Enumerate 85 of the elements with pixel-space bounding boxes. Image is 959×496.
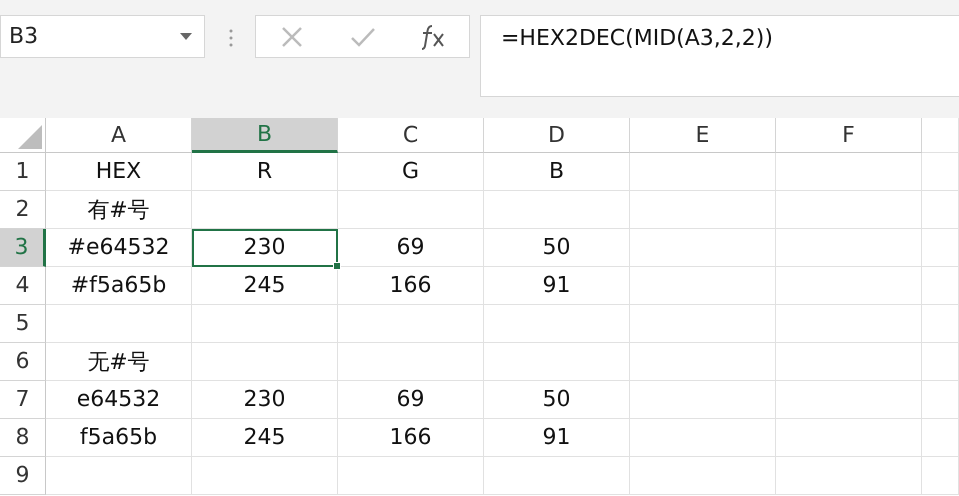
table-cell[interactable]: 230 bbox=[192, 381, 338, 419]
empty-cell[interactable] bbox=[922, 191, 959, 229]
empty-cell[interactable] bbox=[630, 229, 776, 267]
fill-handle[interactable] bbox=[333, 262, 341, 270]
empty-cell[interactable] bbox=[338, 305, 484, 343]
empty-cell[interactable] bbox=[192, 343, 338, 381]
table-cell[interactable]: 有#号 bbox=[46, 191, 192, 229]
row-header[interactable]: 9 bbox=[0, 457, 46, 495]
row-header[interactable]: 1 bbox=[0, 153, 46, 191]
close-icon bbox=[280, 26, 302, 48]
select-all-button[interactable] bbox=[0, 118, 46, 153]
triangle-icon bbox=[18, 125, 42, 149]
table-cell[interactable]: 91 bbox=[484, 419, 630, 457]
row-header[interactable]: 8 bbox=[0, 419, 46, 457]
column-header[interactable]: A bbox=[46, 118, 192, 153]
empty-cell[interactable] bbox=[776, 419, 922, 457]
empty-cell[interactable] bbox=[922, 305, 959, 343]
empty-cell[interactable] bbox=[484, 191, 630, 229]
column-header[interactable]: F bbox=[776, 118, 922, 153]
empty-cell[interactable] bbox=[338, 343, 484, 381]
empty-cell[interactable] bbox=[776, 229, 922, 267]
table-cell[interactable]: f5a65b bbox=[46, 419, 192, 457]
empty-cell[interactable] bbox=[484, 343, 630, 381]
empty-cell[interactable] bbox=[630, 419, 776, 457]
empty-cell[interactable] bbox=[484, 305, 630, 343]
table-cell[interactable]: HEX bbox=[46, 153, 192, 191]
table-cell[interactable]: 245 bbox=[192, 267, 338, 305]
empty-cell[interactable] bbox=[922, 229, 959, 267]
empty-cell[interactable] bbox=[630, 381, 776, 419]
empty-cell[interactable] bbox=[922, 267, 959, 305]
empty-cell[interactable] bbox=[630, 267, 776, 305]
empty-cell[interactable] bbox=[776, 381, 922, 419]
empty-cell[interactable] bbox=[630, 191, 776, 229]
row-header[interactable]: 4 bbox=[0, 267, 46, 305]
column-header[interactable]: E bbox=[630, 118, 776, 153]
checkmark-icon bbox=[350, 26, 376, 48]
empty-cell[interactable] bbox=[484, 457, 630, 495]
table-cell[interactable]: e64532 bbox=[46, 381, 192, 419]
row-header[interactable]: 5 bbox=[0, 305, 46, 343]
empty-cell[interactable] bbox=[776, 343, 922, 381]
empty-cell[interactable] bbox=[776, 267, 922, 305]
table-cell[interactable]: #e64532 bbox=[46, 229, 192, 267]
empty-cell[interactable] bbox=[922, 457, 959, 495]
table-cell[interactable]: 69 bbox=[338, 381, 484, 419]
table-cell[interactable]: 无#号 bbox=[46, 343, 192, 381]
table-cell[interactable]: 50 bbox=[484, 381, 630, 419]
table-cell[interactable]: B bbox=[484, 153, 630, 191]
empty-cell[interactable] bbox=[922, 419, 959, 457]
table-cell[interactable]: 91 bbox=[484, 267, 630, 305]
table-cell[interactable]: 230 bbox=[192, 229, 338, 267]
column-header[interactable]: B bbox=[192, 118, 338, 153]
row-header[interactable]: 3 bbox=[0, 229, 46, 267]
empty-cell[interactable] bbox=[776, 153, 922, 191]
table-cell[interactable]: 245 bbox=[192, 419, 338, 457]
dropdown-caret-icon bbox=[180, 33, 192, 40]
table-cell[interactable]: 50 bbox=[484, 229, 630, 267]
empty-cell[interactable] bbox=[922, 343, 959, 381]
empty-cell[interactable] bbox=[192, 191, 338, 229]
empty-cell[interactable] bbox=[630, 457, 776, 495]
row-header[interactable]: 7 bbox=[0, 381, 46, 419]
table-cell[interactable]: 69 bbox=[338, 229, 484, 267]
empty-cell[interactable] bbox=[776, 191, 922, 229]
row-header[interactable]: 6 bbox=[0, 343, 46, 381]
column-header[interactable]: C bbox=[338, 118, 484, 153]
empty-cell[interactable] bbox=[630, 343, 776, 381]
empty-cell[interactable] bbox=[630, 305, 776, 343]
empty-cell[interactable] bbox=[776, 305, 922, 343]
empty-cell[interactable] bbox=[922, 381, 959, 419]
formula-field[interactable]: =HEX2DEC(MID(A3,2,2)) bbox=[480, 15, 959, 97]
empty-cell[interactable] bbox=[776, 457, 922, 495]
table-cell[interactable]: 166 bbox=[338, 267, 484, 305]
table-cell[interactable]: #f5a65b bbox=[46, 267, 192, 305]
name-box[interactable]: B3 bbox=[0, 15, 205, 58]
table-cell[interactable]: 166 bbox=[338, 419, 484, 457]
empty-cell[interactable] bbox=[630, 153, 776, 191]
drag-handle-icon[interactable] bbox=[229, 29, 233, 47]
empty-cell[interactable] bbox=[192, 305, 338, 343]
empty-cell[interactable] bbox=[192, 457, 338, 495]
empty-cell[interactable] bbox=[338, 457, 484, 495]
empty-cell[interactable] bbox=[922, 153, 959, 191]
table-cell[interactable]: G bbox=[338, 153, 484, 191]
column-header[interactable]: D bbox=[484, 118, 630, 153]
table-cell[interactable]: R bbox=[192, 153, 338, 191]
empty-cell[interactable] bbox=[338, 191, 484, 229]
row-header[interactable]: 2 bbox=[0, 191, 46, 229]
